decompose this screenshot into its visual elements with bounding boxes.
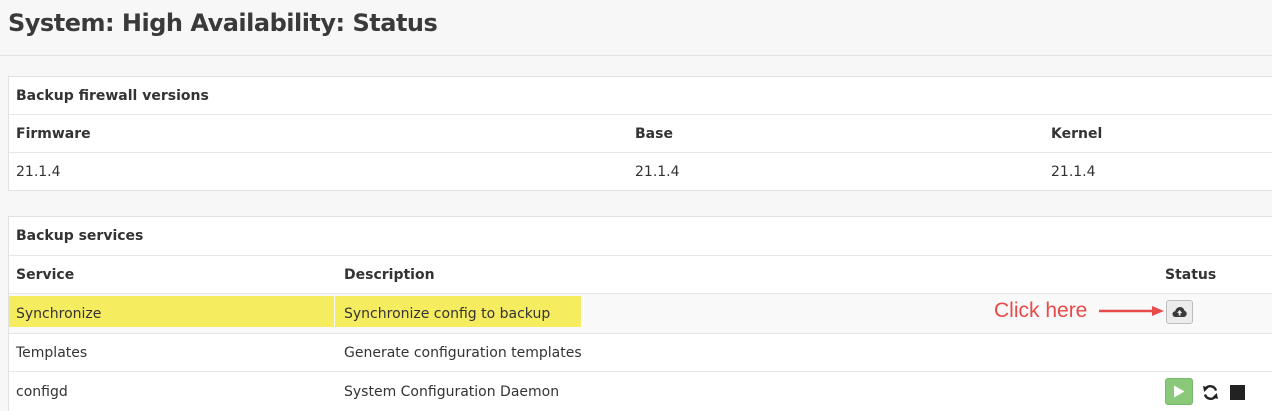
- page-header: System: High Availability: Status: [0, 0, 1272, 56]
- backup-services-panel: Backup services Service Description Stat…: [8, 216, 1272, 411]
- panel-title: Backup services: [16, 228, 144, 244]
- service-description: Synchronize config to backup: [344, 305, 551, 322]
- column-header-base: Base: [635, 125, 673, 142]
- service-description: System Configuration Daemon: [344, 384, 560, 400]
- firmware-version: 21.1.4: [16, 164, 61, 180]
- firewall-versions-panel: Backup firewall versions Firmware Base K…: [8, 76, 1272, 191]
- table-header-row: Firmware Base Kernel: [9, 115, 1272, 153]
- stop-icon: [1229, 384, 1245, 400]
- table-row: 21.1.4 21.1.4 21.1.4: [9, 153, 1272, 191]
- panel-title: Backup firewall versions: [16, 87, 209, 104]
- start-service-button[interactable]: [1165, 378, 1193, 405]
- play-icon: [1174, 385, 1185, 398]
- page-title: System: High Availability: Status: [8, 9, 438, 37]
- column-header-service: Service: [16, 266, 75, 283]
- service-name: Synchronize: [16, 305, 102, 322]
- sync-button[interactable]: [1166, 300, 1193, 324]
- table-header-row: Service Description Status: [9, 256, 1272, 294]
- cloud-upload-icon: [1172, 307, 1187, 317]
- service-name: Templates: [16, 344, 88, 361]
- table-row-synchronize: Synchronize Synchronize config to backup…: [9, 294, 1272, 334]
- annotation-arrow-icon: [1099, 306, 1164, 316]
- base-version: 21.1.4: [635, 164, 680, 180]
- kernel-version: 21.1.4: [1051, 164, 1096, 180]
- table-row-configd: configd System Configuration Daemon: [9, 372, 1272, 411]
- column-header-description: Description: [344, 266, 435, 283]
- column-header-status: Status: [1165, 266, 1217, 283]
- table-row-templates: Templates Generate configuration templat…: [9, 334, 1272, 372]
- panel-title-row: Backup firewall versions: [9, 77, 1272, 115]
- annotation-text: Click here: [994, 299, 1088, 322]
- restart-service-button[interactable]: [1200, 382, 1220, 402]
- service-name: configd: [16, 384, 68, 400]
- service-description: Generate configuration templates: [344, 344, 582, 361]
- refresh-icon: [1202, 384, 1218, 400]
- stop-service-button[interactable]: [1227, 382, 1247, 402]
- column-header-kernel: Kernel: [1051, 125, 1103, 142]
- panel-title-row: Backup services: [9, 217, 1272, 256]
- column-header-firmware: Firmware: [16, 125, 91, 142]
